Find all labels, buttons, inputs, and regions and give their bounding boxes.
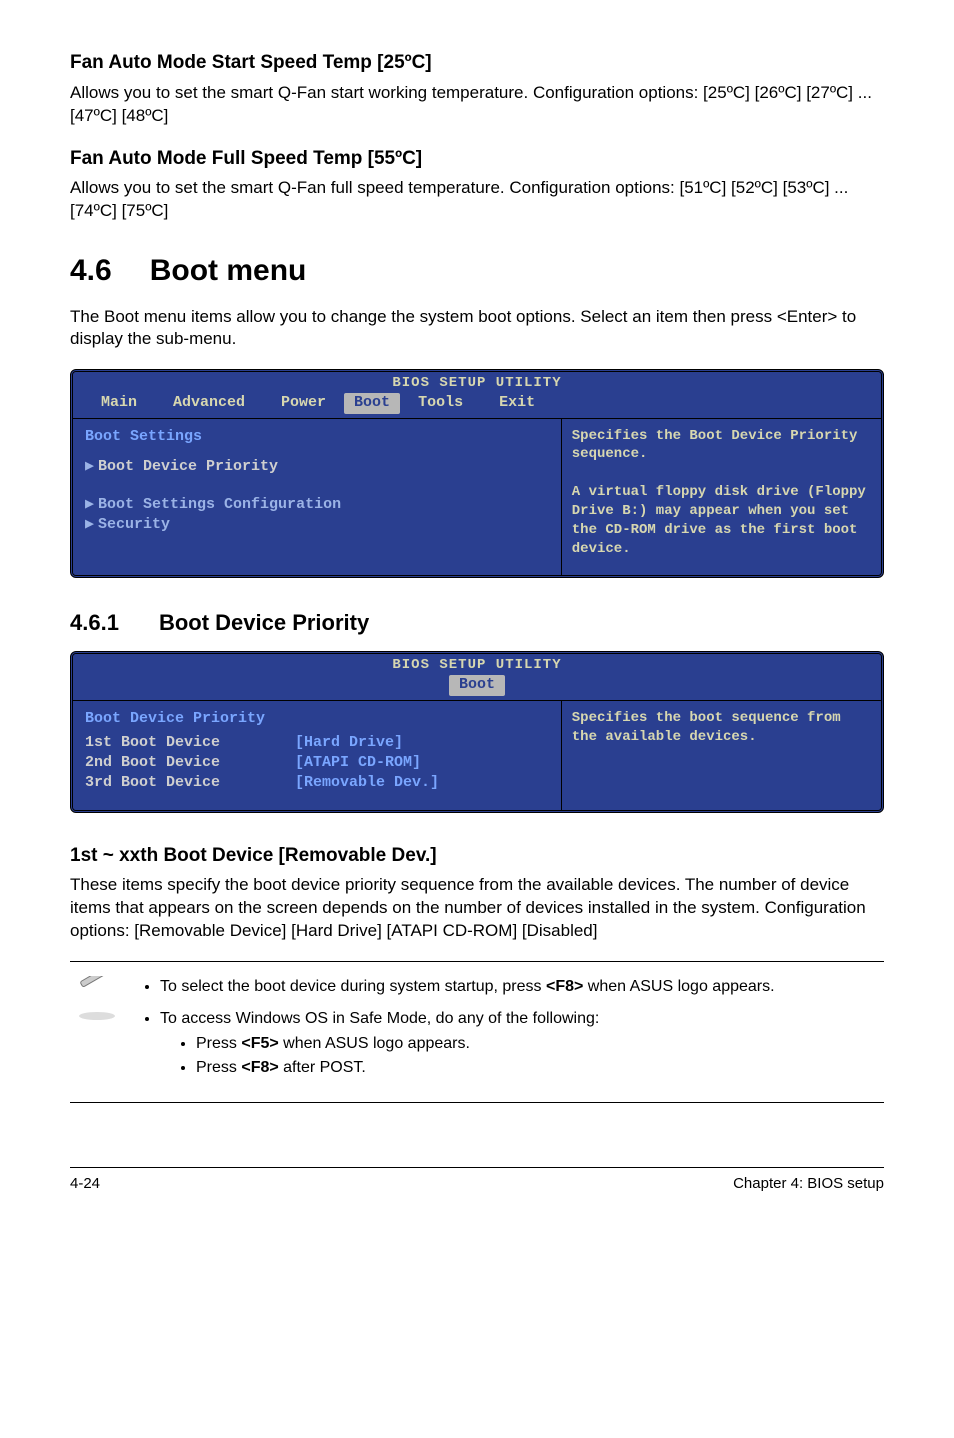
bios-row-3: 3rd Boot Device [Removable Dev.] xyxy=(85,773,549,793)
bios-help-text-2: Specifies the boot sequence from the ava… xyxy=(572,709,871,747)
subheading-num: 4.6.1 xyxy=(70,608,119,638)
bios-menu-main: Main xyxy=(83,393,155,413)
bios-title-2: BIOS SETUP UTILITY xyxy=(73,654,881,675)
page-number: 4-24 xyxy=(70,1174,100,1194)
main-heading-row: 4.6 Boot menu xyxy=(70,251,884,292)
bios-menu-tools: Tools xyxy=(400,393,481,413)
bios-row2-label: 2nd Boot Device xyxy=(85,753,295,773)
bios-menu-exit: Exit xyxy=(481,393,553,413)
bios-help-pane: Specifies the Boot Device Priority seque… xyxy=(562,419,881,575)
main-heading-text: Boot menu xyxy=(150,251,307,292)
bios-item-config: ▶Boot Settings Configuration xyxy=(85,495,549,515)
bios-row-2: 2nd Boot Device [ATAPI CD-ROM] xyxy=(85,753,549,773)
bios-screenshot-priority: BIOS SETUP UTILITY Boot Boot Device Prio… xyxy=(70,651,884,812)
bios-section-heading-2: Boot Device Priority xyxy=(85,709,549,729)
chevron-right-icon: ▶ xyxy=(85,516,94,533)
bios-title: BIOS SETUP UTILITY xyxy=(73,372,881,393)
bios-item-priority: ▶Boot Device Priority xyxy=(85,457,549,477)
bios-screenshot-boot-menu: BIOS SETUP UTILITY Main Advanced Power B… xyxy=(70,369,884,577)
bios-row3-value: [Removable Dev.] xyxy=(295,773,439,793)
heading-boot-device: 1st ~ xxth Boot Device [Removable Dev.] xyxy=(70,843,884,869)
para-fan-full: Allows you to set the smart Q-Fan full s… xyxy=(70,177,884,223)
page-footer: 4-24 Chapter 4: BIOS setup xyxy=(70,1167,884,1194)
chevron-right-icon: ▶ xyxy=(85,496,94,513)
bios-help-pane-2: Specifies the boot sequence from the ava… xyxy=(562,701,881,810)
note-sublist: Press <F5> when ASUS logo appears. Press… xyxy=(160,1033,775,1078)
bios-menu-boot: Boot xyxy=(344,393,400,413)
heading-fan-full: Fan Auto Mode Full Speed Temp [55ºC] xyxy=(70,146,884,172)
para-boot-device: These items specify the boot device prio… xyxy=(70,874,884,943)
key-f5: <F5> xyxy=(241,1035,278,1052)
note-box: To select the boot device during system … xyxy=(70,961,884,1103)
note-sub-2: Press <F8> after POST. xyxy=(196,1057,775,1079)
bios-menubar: Main Advanced Power Boot Tools Exit xyxy=(73,393,881,417)
chevron-right-icon: ▶ xyxy=(85,458,94,475)
bios-item-security: ▶Security xyxy=(85,515,549,535)
bios-menu-advanced: Advanced xyxy=(155,393,263,413)
pencil-note-icon xyxy=(74,976,120,1029)
subheading-row: 4.6.1 Boot Device Priority xyxy=(70,608,884,638)
bios-left-pane: Boot Settings ▶Boot Device Priority ▶Boo… xyxy=(73,419,562,575)
note-sub-1: Press <F5> when ASUS logo appears. xyxy=(196,1033,775,1055)
note-item-1: To select the boot device during system … xyxy=(160,976,775,998)
bios-row2-value: [ATAPI CD-ROM] xyxy=(295,753,421,773)
bios-menu-boot-2: Boot xyxy=(449,675,505,695)
heading-fan-start: Fan Auto Mode Start Speed Temp [25ºC] xyxy=(70,50,884,76)
bios-row1-label: 1st Boot Device xyxy=(85,733,295,753)
note-item-2: To access Windows OS in Safe Mode, do an… xyxy=(160,1008,775,1079)
key-f8: <F8> xyxy=(546,978,583,995)
bios-menubar-2: Boot xyxy=(73,675,881,699)
main-para: The Boot menu items allow you to change … xyxy=(70,306,884,352)
main-heading-num: 4.6 xyxy=(70,251,112,292)
subheading-text: Boot Device Priority xyxy=(159,608,369,638)
bios-help-text: Specifies the Boot Device Priority seque… xyxy=(572,427,871,559)
note-list: To select the boot device during system … xyxy=(138,976,775,1088)
bios-row1-value: [Hard Drive] xyxy=(295,733,403,753)
bios-row3-label: 3rd Boot Device xyxy=(85,773,295,793)
chapter-label: Chapter 4: BIOS setup xyxy=(733,1174,884,1194)
bios-menu-power: Power xyxy=(263,393,344,413)
key-f8-b: <F8> xyxy=(241,1059,278,1076)
bios-section-heading: Boot Settings xyxy=(85,427,549,447)
bios-row-1: 1st Boot Device [Hard Drive] xyxy=(85,733,549,753)
bios-left-pane-2: Boot Device Priority 1st Boot Device [Ha… xyxy=(73,701,562,810)
para-fan-start: Allows you to set the smart Q-Fan start … xyxy=(70,82,884,128)
